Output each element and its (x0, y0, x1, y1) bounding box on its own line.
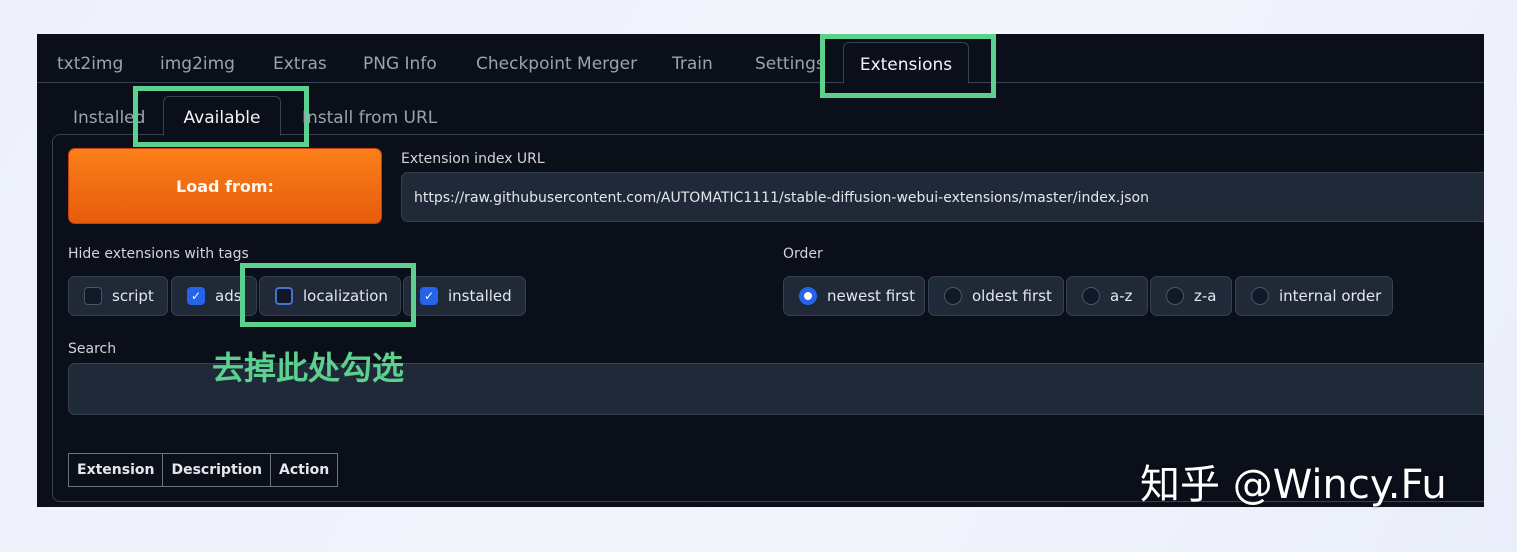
radio-label: newest first (827, 287, 916, 305)
radio-label: a-z (1110, 287, 1133, 305)
top-tab-bar: txt2img img2img Extras PNG Info Checkpoi… (37, 34, 1484, 84)
checkmark-icon: ✓ (187, 287, 205, 305)
radio-label: oldest first (972, 287, 1052, 305)
load-from-button[interactable]: Load from: (68, 148, 382, 224)
checkmark-icon: ✓ (420, 287, 438, 305)
subtab-available[interactable]: Available (163, 96, 281, 136)
column-action: Action (279, 462, 330, 478)
order-internal-order-radio[interactable]: internal order (1235, 276, 1393, 316)
order-oldest-first-radio[interactable]: oldest first (928, 276, 1064, 316)
tag-label: script (112, 287, 154, 305)
order-a-z-radio[interactable]: a-z (1066, 276, 1148, 316)
order-newest-first-radio[interactable]: newest first (783, 276, 925, 316)
tab-txt2img[interactable]: txt2img (57, 34, 123, 82)
tag-label: installed (448, 287, 512, 305)
tag-installed-checkbox[interactable]: ✓ installed (403, 276, 526, 316)
tab-img2img[interactable]: img2img (160, 34, 235, 82)
watermark: 知乎 @Wincy.Fu (1140, 462, 1447, 508)
tab-train[interactable]: Train (672, 34, 713, 82)
radio-icon (944, 287, 962, 305)
radio-icon (1082, 287, 1100, 305)
radio-selected-icon (799, 287, 817, 305)
highlight-extensions-tab (820, 34, 996, 98)
subtab-install-from-url[interactable]: Install from URL (302, 90, 437, 134)
checkbox-icon (84, 287, 102, 305)
tag-script-checkbox[interactable]: script (68, 276, 168, 316)
search-label: Search (68, 341, 117, 357)
column-description: Description (163, 454, 272, 486)
radio-icon (1166, 287, 1184, 305)
hide-tags-label: Hide extensions with tags (68, 246, 249, 262)
tab-checkpoint-merger[interactable]: Checkpoint Merger (476, 34, 637, 82)
tab-png-info[interactable]: PNG Info (363, 34, 437, 82)
index-url-label: Extension index URL (401, 151, 545, 167)
order-z-a-radio[interactable]: z-a (1150, 276, 1232, 316)
tab-settings[interactable]: Settings (755, 34, 825, 82)
order-label: Order (783, 246, 823, 262)
tag-label: ads (215, 287, 242, 305)
annotation-note: 去掉此处勾选 (212, 349, 405, 387)
radio-label: z-a (1194, 287, 1217, 305)
tab-extras[interactable]: Extras (273, 34, 327, 82)
highlight-localization-checkbox (240, 263, 416, 327)
extensions-table-header: Extension Description Action (68, 453, 339, 487)
radio-icon (1251, 287, 1269, 305)
column-extension: Extension (69, 454, 164, 486)
radio-label: internal order (1279, 287, 1382, 305)
index-url-input[interactable]: https://raw.githubusercontent.com/AUTOMA… (401, 172, 1484, 222)
